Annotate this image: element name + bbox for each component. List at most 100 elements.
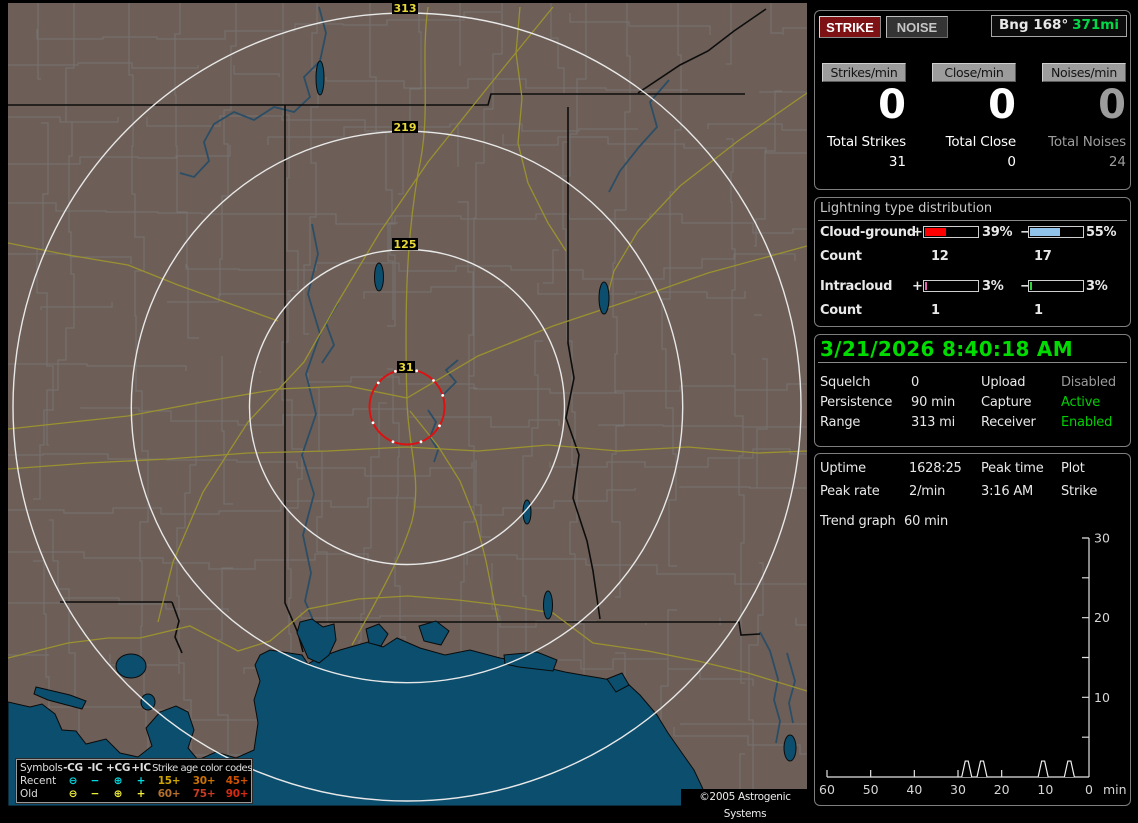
map-legend: Symbols -CG -IC +CG +IC Strike age color… — [16, 759, 252, 803]
receiver-label: Receiver — [981, 415, 1036, 430]
map-graphic: 313 219 125 31 — [8, 3, 807, 806]
svg-text:30: 30 — [950, 782, 966, 797]
pos-cg-old-icon: ⊕ — [113, 788, 123, 800]
datetime-display: 3/21/2026 8:40:18 AM — [820, 337, 1073, 361]
svg-text:20: 20 — [1094, 610, 1110, 625]
cg-minus-count: 17 — [1034, 249, 1052, 264]
range-label: Range — [820, 415, 861, 430]
svg-text:10: 10 — [1037, 782, 1053, 797]
close-column: Close/min 0 Total Close 0 — [906, 11, 1016, 189]
legend-col-pos-cg: +CG — [106, 762, 131, 774]
settings-row: Persistence 90 min Capture Active — [815, 395, 1130, 411]
plus-sign: + — [912, 279, 923, 294]
ic-minus-count: 1 — [1034, 303, 1043, 318]
svg-text:0: 0 — [1085, 782, 1093, 797]
persistence-value: 90 min — [911, 395, 955, 410]
cg-plus-count: 12 — [931, 249, 949, 264]
receiver-status: Enabled — [1061, 415, 1113, 430]
svg-text:30: 30 — [1094, 531, 1110, 546]
ring-label-219: 219 — [394, 121, 417, 134]
divider — [818, 220, 1127, 221]
squelch-value: 0 — [911, 375, 920, 390]
upload-label: Upload — [981, 375, 1026, 390]
legend-row-old-label: Old — [20, 788, 38, 800]
pos-ic-old-icon: + — [136, 788, 146, 800]
total-noises-label: Total Noises — [1048, 134, 1126, 150]
cloud-ground-row: Cloud-ground + 39% − 55% — [815, 225, 1130, 241]
persistence-label: Persistence — [820, 395, 893, 410]
svg-text:10: 10 — [1094, 690, 1110, 705]
svg-text:min: min — [1103, 782, 1127, 797]
cg-plus-bar — [923, 226, 979, 238]
ring-label-313: 313 — [394, 3, 417, 15]
cg-plus-bar-fill — [925, 228, 947, 236]
age-30: 30+ — [192, 775, 216, 787]
capture-label: Capture — [981, 395, 1032, 410]
legend-age-header: Strike age color codes — [152, 763, 252, 774]
divider — [818, 362, 1127, 363]
cg-plus-pct: 39% — [982, 225, 1013, 240]
ic-minus-bar-fill — [1030, 282, 1033, 290]
legend-col-neg-ic: -IC — [87, 762, 103, 774]
cg-minus-bar-fill — [1030, 228, 1060, 236]
ic-minus-pct: 3% — [1086, 279, 1108, 294]
settings-row: Range 313 mi Receiver Enabled — [815, 415, 1130, 431]
range-value: 313 mi — [911, 415, 956, 430]
intracloud-row: Intracloud + 3% − 3% — [815, 279, 1130, 295]
neg-cg-recent-icon: ⊖ — [68, 775, 78, 787]
legend-row-recent-label: Recent — [20, 775, 57, 787]
age-15: 15+ — [157, 775, 181, 787]
ic-minus-bar — [1028, 280, 1084, 292]
trend-panel: Uptime 1628:25 Peak time Plot Peak rate … — [814, 453, 1131, 806]
map-display[interactable]: 313 219 125 31 Symbols -CG -IC +CG +IC S… — [8, 3, 809, 820]
total-close-label: Total Close — [945, 134, 1017, 150]
ic-plus-bar-fill — [925, 282, 928, 290]
age-75: 75+ — [192, 788, 216, 800]
age-90: 90+ — [225, 788, 249, 800]
cloud-ground-label: Cloud-ground — [820, 225, 916, 240]
legend-col-pos-ic: +IC — [131, 762, 151, 774]
status-panel: 3/21/2026 8:40:18 AM Squelch 0 Upload Di… — [814, 334, 1131, 447]
legend-symbols-header: Symbols — [20, 762, 63, 774]
ring-label-31: 31 — [398, 361, 413, 374]
noises-per-min-value: 0 — [1098, 82, 1126, 128]
pos-ic-recent-icon: + — [136, 775, 146, 787]
lightning-distribution-panel: Lightning type distribution Cloud-ground… — [814, 197, 1131, 327]
total-strikes-label: Total Strikes — [826, 134, 906, 150]
neg-ic-old-icon: − — [90, 788, 100, 800]
upload-status: Disabled — [1061, 375, 1116, 390]
total-close-value: 0 — [1007, 154, 1016, 170]
ring-label-125: 125 — [394, 238, 417, 251]
strikes-column: Strikes/min 0 Total Strikes 31 — [796, 11, 906, 189]
svg-text:60: 60 — [819, 782, 835, 797]
capture-status: Active — [1061, 395, 1101, 410]
cg-minus-pct: 55% — [1086, 225, 1117, 240]
strike-counter-panel: STRIKE NOISE Bng 168° 371mi Strikes/min … — [814, 10, 1131, 190]
plus-sign: + — [912, 225, 923, 240]
age-45: 45+ — [225, 775, 249, 787]
ic-plus-bar — [923, 280, 979, 292]
total-noises-value: 24 — [1108, 154, 1126, 170]
close-per-min-chip[interactable]: Close/min — [932, 63, 1016, 82]
close-per-min-value: 0 — [988, 82, 1016, 128]
noises-column: Noises/min 0 Total Noises 24 — [1016, 11, 1126, 189]
neg-cg-old-icon: ⊖ — [68, 788, 78, 800]
svg-text:50: 50 — [863, 782, 879, 797]
neg-ic-recent-icon: − — [90, 775, 100, 787]
intracloud-count-row: Count 1 1 — [815, 303, 1130, 319]
strikes-per-min-chip[interactable]: Strikes/min — [822, 63, 906, 82]
ic-plus-pct: 3% — [982, 279, 1004, 294]
legend-col-neg-cg: -CG — [63, 762, 83, 774]
strikes-per-min-value: 0 — [878, 82, 906, 128]
svg-text:20: 20 — [994, 782, 1010, 797]
noises-per-min-chip[interactable]: Noises/min — [1042, 63, 1126, 82]
age-60: 60+ — [157, 788, 181, 800]
cg-minus-bar — [1028, 226, 1084, 238]
cloud-ground-count-row: Count 12 17 — [815, 249, 1130, 265]
distribution-title: Lightning type distribution — [820, 201, 993, 216]
copyright-notice: ©2005 Astrogenic Systems — [681, 789, 809, 820]
total-strikes-value: 31 — [888, 154, 906, 170]
count-label: Count — [820, 249, 862, 264]
settings-row: Squelch 0 Upload Disabled — [815, 375, 1130, 391]
ic-plus-count: 1 — [931, 303, 940, 318]
